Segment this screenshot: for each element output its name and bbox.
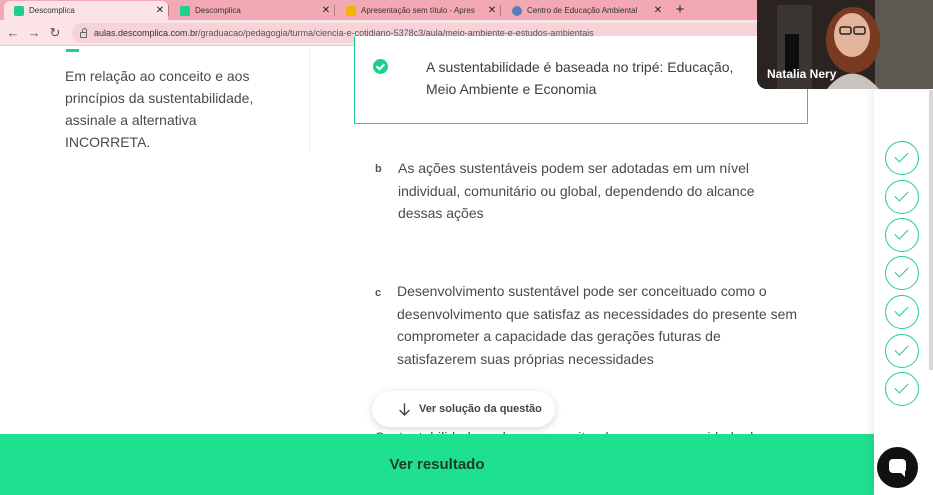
question-progress-check-icon[interactable]	[885, 141, 919, 175]
chat-bubble-icon	[889, 459, 906, 477]
alternative-b-letter: b	[375, 163, 382, 175]
tab-title: Descomplica	[195, 6, 241, 15]
question-progress-check-icon[interactable]	[885, 334, 919, 368]
url-host: aulas.descomplica.com.br	[94, 28, 199, 38]
descomplica-favicon-icon	[14, 5, 24, 16]
view-result-label: Ver resultado	[389, 456, 485, 473]
alternative-b-text[interactable]: As ações sustentáveis podem ser adotadas…	[398, 157, 798, 225]
webcam-video: Natalia Nery	[757, 0, 933, 89]
column-divider	[309, 46, 310, 152]
tab-separator	[334, 5, 335, 16]
question-progress-check-icon[interactable]	[885, 180, 919, 214]
close-tab-icon[interactable]: ✕	[484, 5, 500, 16]
browser-tab[interactable]: Descomplica ✕	[170, 1, 334, 20]
tab-title: Centro de Educação Ambiental	[527, 6, 638, 15]
close-tab-icon[interactable]: ✕	[318, 5, 334, 16]
selected-check-icon	[373, 59, 388, 74]
globe-favicon-icon	[512, 5, 522, 16]
view-solution-button[interactable]: Ver solução da questão	[372, 391, 555, 427]
tab-title: Apresentação sem título - Apres	[361, 6, 475, 15]
tab-separator	[168, 5, 169, 16]
participant-name-label: Natalia Nery	[767, 67, 837, 81]
question-accent-bar	[66, 49, 79, 52]
tab-title: Descomplica	[29, 6, 75, 15]
alternative-c-letter: c	[375, 287, 382, 299]
close-tab-icon[interactable]: ✕	[650, 5, 666, 16]
alternative-d-text[interactable]: Sustentabilidade pode ser conceituada co…	[375, 426, 761, 434]
question-progress-check-icon[interactable]	[885, 372, 919, 406]
slides-favicon-icon	[346, 5, 356, 16]
alternative-c-text[interactable]: Desenvolvimento sustentável pode ser con…	[397, 280, 797, 370]
question-progress-check-icon[interactable]	[885, 295, 919, 329]
scrollbar-track[interactable]	[929, 90, 933, 370]
browser-tab[interactable]: Centro de Educação Ambiental ✕	[502, 1, 666, 20]
view-solution-label: Ver solução da questão	[419, 403, 542, 415]
close-tab-icon[interactable]: ✕	[152, 5, 168, 16]
lock-icon	[80, 27, 87, 38]
question-progress-check-icon[interactable]	[885, 256, 919, 290]
arrow-down-icon	[399, 402, 410, 416]
view-result-button[interactable]: Ver resultado	[0, 434, 874, 495]
browser-tab[interactable]: Descomplica ✕	[4, 1, 168, 20]
question-progress-check-icon[interactable]	[885, 218, 919, 252]
new-tab-button[interactable]: +	[672, 0, 688, 20]
forward-button[interactable]: →	[25, 24, 43, 42]
alternative-a-text: A sustentabilidade é baseada no tripé: E…	[426, 59, 734, 97]
tab-separator	[500, 5, 501, 16]
reload-button[interactable]: ↻	[46, 24, 64, 42]
browser-tab[interactable]: Apresentação sem título - Apres ✕	[336, 1, 500, 20]
back-button[interactable]: ←	[4, 24, 22, 42]
chat-button[interactable]	[877, 447, 918, 488]
descomplica-favicon-icon	[180, 5, 190, 16]
question-prompt: Em relação ao conceito e aos princípios …	[65, 68, 254, 150]
